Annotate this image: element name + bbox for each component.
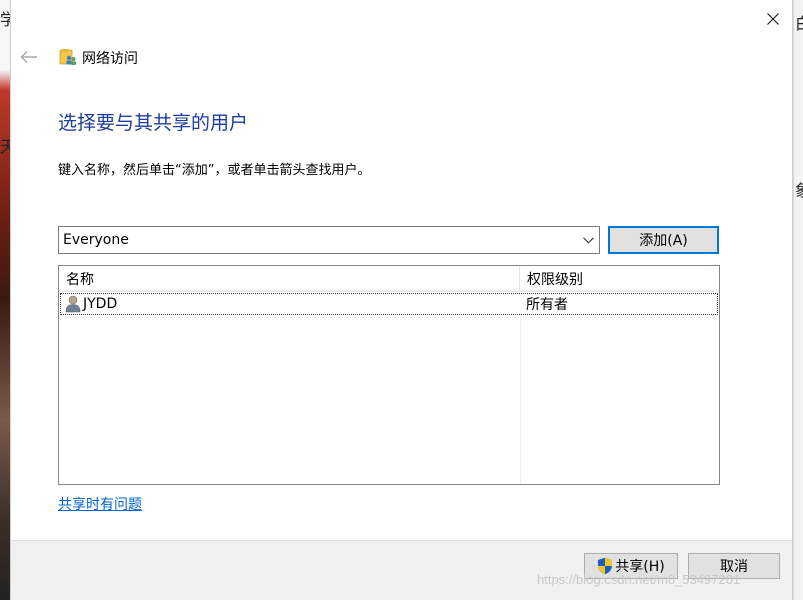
background-left bbox=[0, 0, 10, 600]
sharing-help-link[interactable]: 共享时有问题 bbox=[58, 494, 142, 514]
column-header-permission[interactable]: 权限级别 bbox=[520, 266, 719, 291]
dialog-footer: 共享(H) 取消 bbox=[11, 540, 792, 600]
column-divider bbox=[520, 316, 521, 484]
add-button-label: 添加(A) bbox=[639, 233, 688, 249]
shared-folder-users-icon bbox=[59, 48, 77, 66]
column-header-name[interactable]: 名称 bbox=[59, 266, 520, 291]
add-button[interactable]: 添加(A) bbox=[608, 226, 719, 254]
list-item-name: JYDD bbox=[83, 296, 118, 312]
user-input[interactable]: Everyone bbox=[59, 232, 577, 248]
chevron-down-icon bbox=[582, 236, 594, 244]
page-heading: 选择要与其共享的用户 bbox=[58, 112, 249, 134]
user-combobox[interactable]: Everyone bbox=[58, 226, 600, 254]
user-list[interactable]: 名称 权限级别 JYDD 所有者 bbox=[58, 265, 720, 485]
list-item[interactable]: JYDD 所有者 bbox=[60, 293, 718, 315]
background-left-char: 天 bbox=[0, 137, 10, 156]
window-title: 网络访问 bbox=[82, 51, 138, 67]
list-item-name-cell: JYDD bbox=[61, 294, 520, 314]
close-button[interactable] bbox=[753, 0, 793, 38]
list-item-permission[interactable]: 所有者 bbox=[520, 294, 717, 314]
back-arrow-icon bbox=[20, 51, 37, 63]
network-access-dialog: 网络访问 选择要与其共享的用户 键入名称，然后单击“添加”，或者单击箭头查找用户… bbox=[10, 0, 793, 600]
back-button[interactable] bbox=[17, 45, 41, 69]
watermark-text: https://blog.csdn.net/m0_53497201 bbox=[537, 572, 741, 587]
background-right bbox=[793, 0, 803, 600]
dropdown-button[interactable] bbox=[577, 227, 599, 253]
background-left-char: 学 bbox=[0, 10, 10, 29]
background-right-char: 白 bbox=[795, 10, 803, 34]
background-right-char: 象 bbox=[795, 177, 803, 201]
list-header: 名称 权限级别 bbox=[59, 266, 719, 292]
close-icon bbox=[767, 13, 779, 25]
instructions-text: 键入名称，然后单击“添加”，或者单击箭头查找用户。 bbox=[58, 163, 371, 178]
user-icon bbox=[65, 295, 81, 313]
